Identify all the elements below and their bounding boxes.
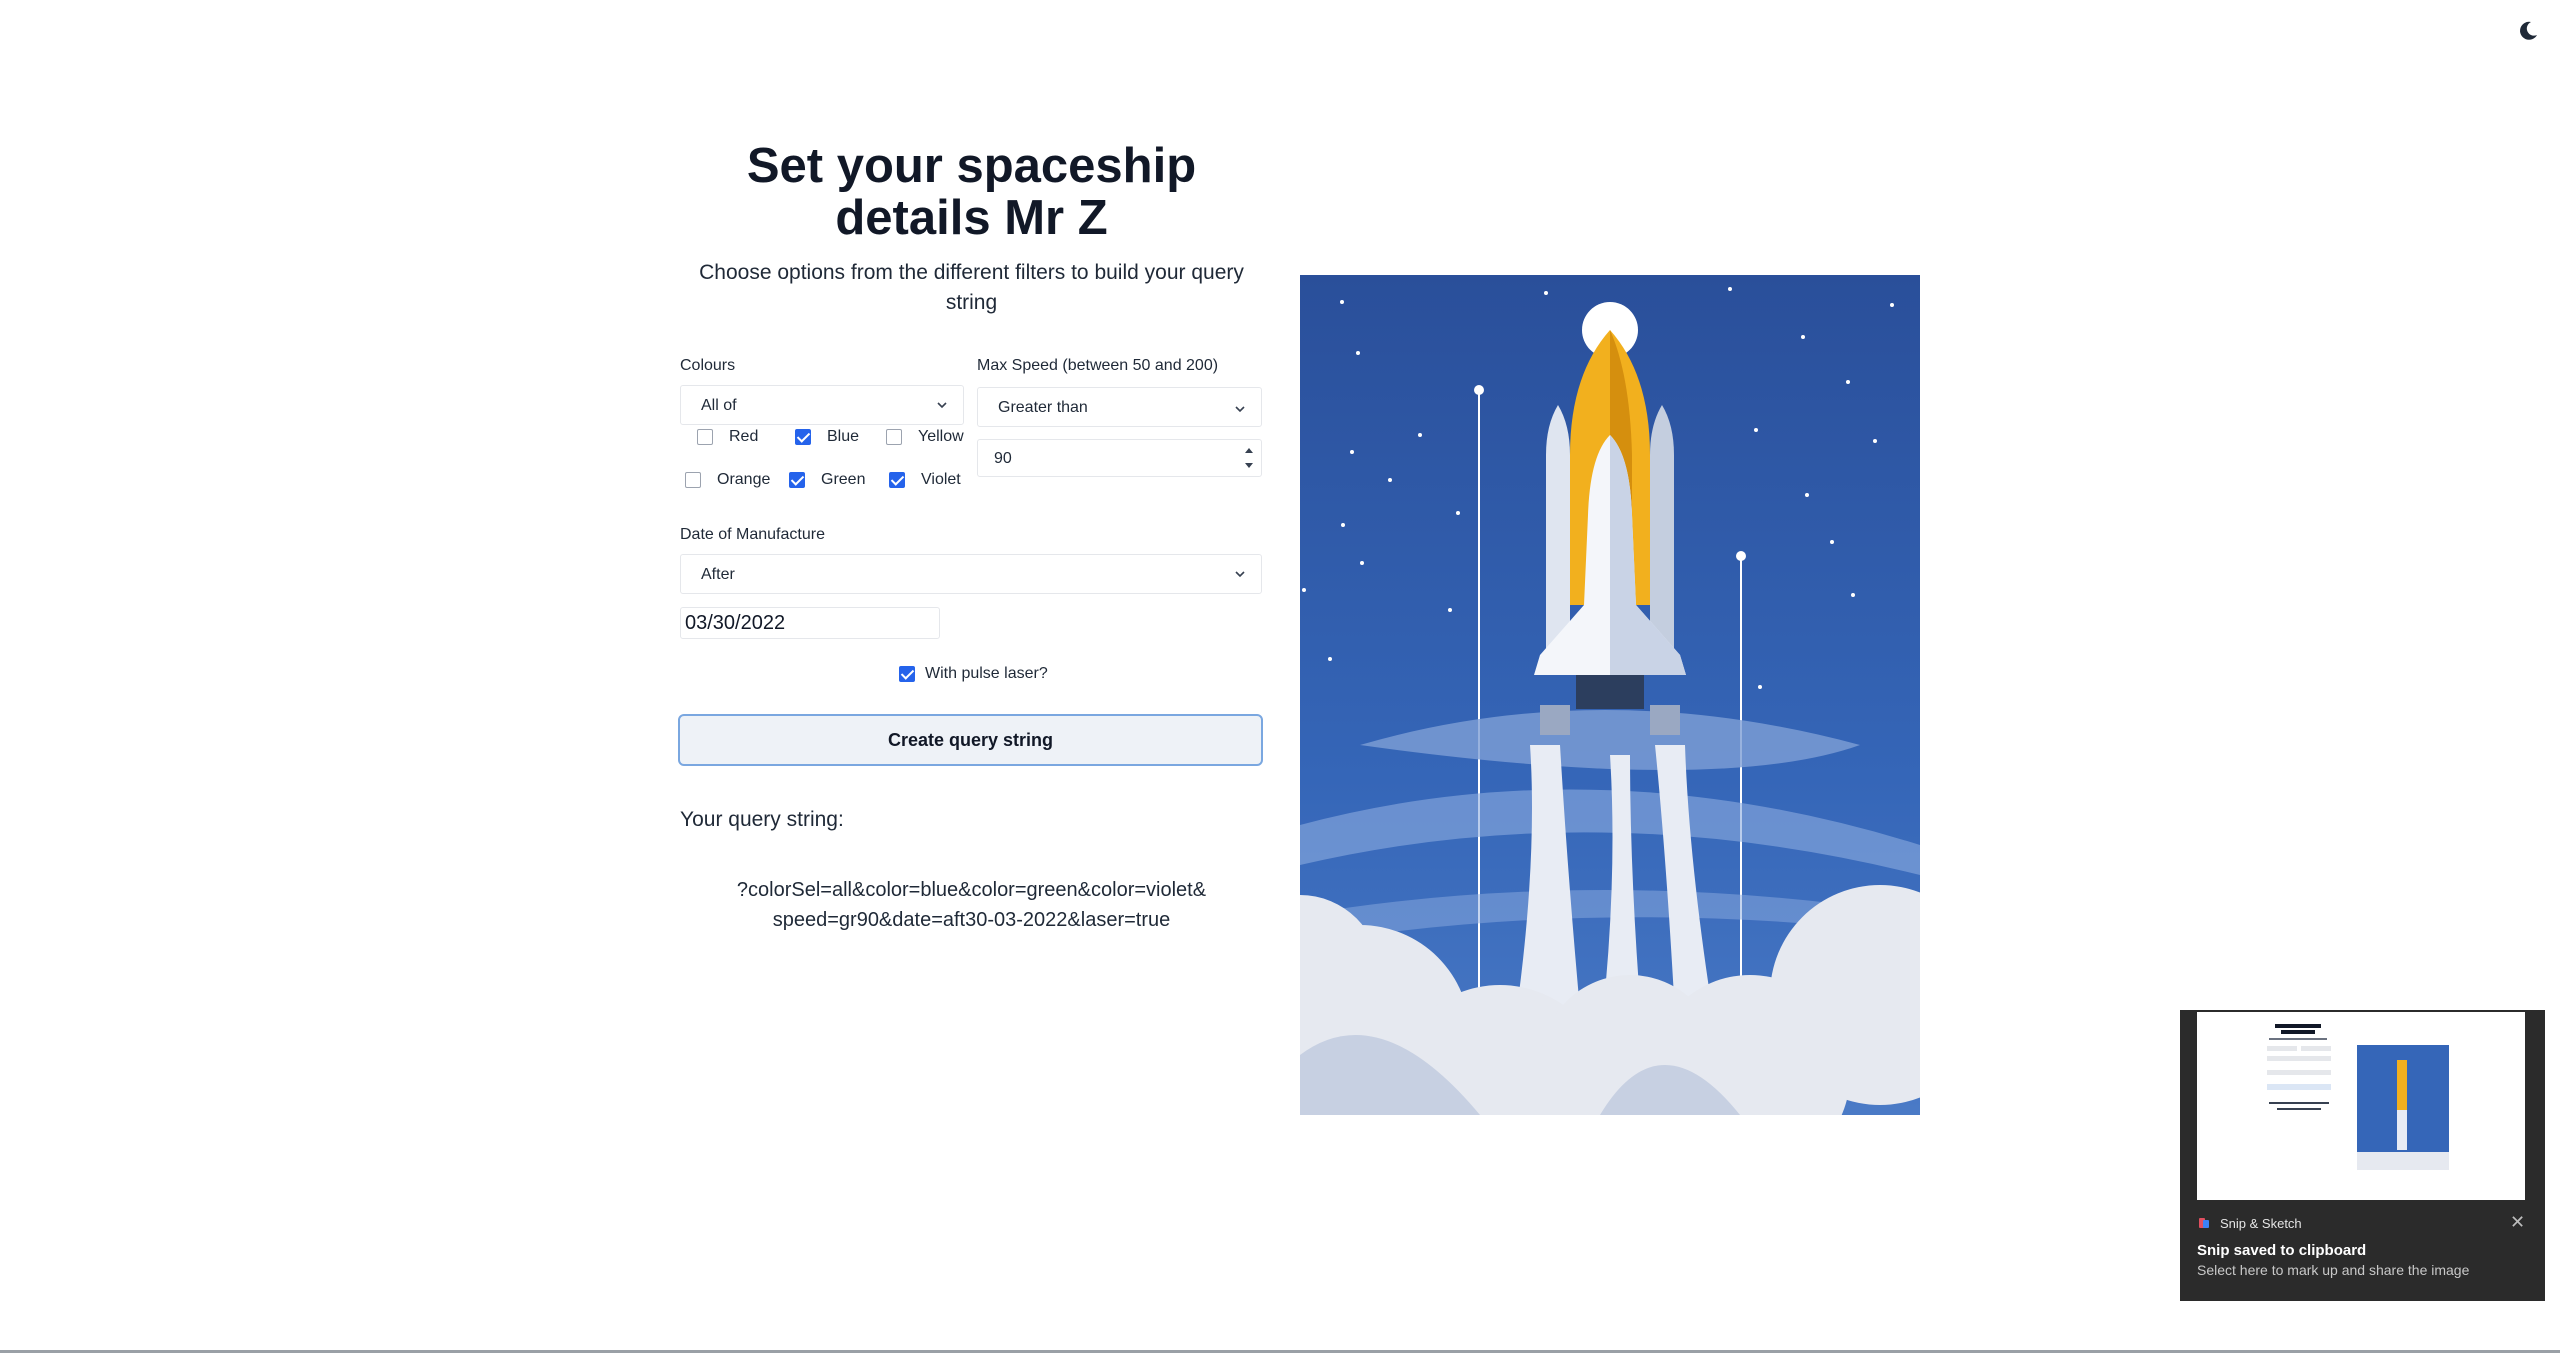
snip-thumbnail[interactable] — [2197, 1012, 2525, 1200]
toast-title: Snip saved to clipboard — [2197, 1242, 2367, 1259]
colour-label-orange: Orange — [717, 471, 771, 488]
checkbox-orange[interactable] — [685, 472, 701, 488]
colour-checkbox-orange[interactable]: Orange — [685, 471, 770, 489]
checkbox-green[interactable] — [789, 472, 805, 488]
laser-checkbox-row[interactable]: With pulse laser? — [899, 665, 1048, 683]
chevron-down-icon — [937, 402, 947, 409]
colour-checkbox-violet[interactable]: Violet — [889, 471, 961, 489]
snip-sketch-icon — [2199, 1218, 2209, 1228]
speed-value: 90 — [994, 450, 1012, 467]
toast-body: Select here to mark up and share the ima… — [2197, 1262, 2470, 1278]
colour-checkbox-green[interactable]: Green — [789, 471, 865, 489]
checkbox-laser[interactable] — [899, 666, 915, 682]
date-comparison-select[interactable]: After — [680, 554, 1262, 594]
colour-label-yellow: Yellow — [918, 428, 964, 445]
speed-value-input[interactable]: 90 — [977, 439, 1262, 477]
colour-label-red: Red — [729, 428, 759, 445]
checkbox-blue[interactable] — [795, 429, 811, 445]
checkbox-red[interactable] — [697, 429, 713, 445]
query-result-label: Your query string: — [680, 808, 844, 831]
page-subtitle: Choose options from the different filter… — [699, 261, 1244, 314]
rocket-illustration — [1300, 275, 1920, 1115]
colours-label: Colours — [680, 357, 736, 374]
colour-checkbox-yellow[interactable]: Yellow — [886, 428, 964, 446]
date-label: Date of Manufacture — [680, 526, 825, 543]
colours-mode-select[interactable]: All of — [680, 385, 964, 425]
date-comparison-value: After — [701, 566, 735, 583]
speed-comparison-select[interactable]: Greater than — [977, 387, 1262, 427]
laser-label: With pulse laser? — [925, 665, 1048, 682]
form-header: Set your spaceship details Mr Z Choose o… — [680, 140, 1263, 318]
snip-thumbnail-image — [2197, 1012, 2525, 1200]
chevron-down-icon — [1235, 406, 1245, 413]
toast-app-name: Snip & Sketch — [2220, 1216, 2302, 1231]
query-result-text: ?colorSel=all&color=blue&color=green&col… — [680, 875, 1263, 935]
query-result-line-2: speed=gr90&date=aft30-03-2022&laser=true — [772, 909, 1171, 931]
colour-checkbox-blue[interactable]: Blue — [795, 428, 859, 446]
snip-notification[interactable]: Snip & Sketch ✕ Snip saved to clipboard … — [2180, 1010, 2545, 1301]
colours-mode-value: All of — [701, 397, 737, 414]
colour-checkbox-red[interactable]: Red — [697, 428, 758, 446]
create-query-button[interactable]: Create query string — [678, 714, 1263, 766]
colour-label-blue: Blue — [827, 428, 860, 445]
date-value: 03/30/2022 — [685, 612, 786, 634]
close-icon[interactable]: ✕ — [2510, 1212, 2525, 1233]
page-title: Set your spaceship details Mr Z — [746, 139, 1197, 245]
speed-label: Max Speed (between 50 and 200) — [977, 357, 1219, 374]
colour-label-violet: Violet — [921, 471, 961, 488]
moon-icon[interactable] — [2515, 18, 2541, 44]
speed-comparison-value: Greater than — [998, 399, 1088, 416]
chevron-down-icon — [1235, 571, 1245, 578]
spinner-arrows-icon[interactable] — [1243, 443, 1255, 473]
colour-label-green: Green — [821, 471, 866, 488]
date-input[interactable]: 03/30/2022 — [680, 607, 940, 639]
checkbox-violet[interactable] — [889, 472, 905, 488]
query-result-line-1: ?colorSel=all&color=blue&color=green&col… — [736, 879, 1207, 901]
checkbox-yellow[interactable] — [886, 429, 902, 445]
